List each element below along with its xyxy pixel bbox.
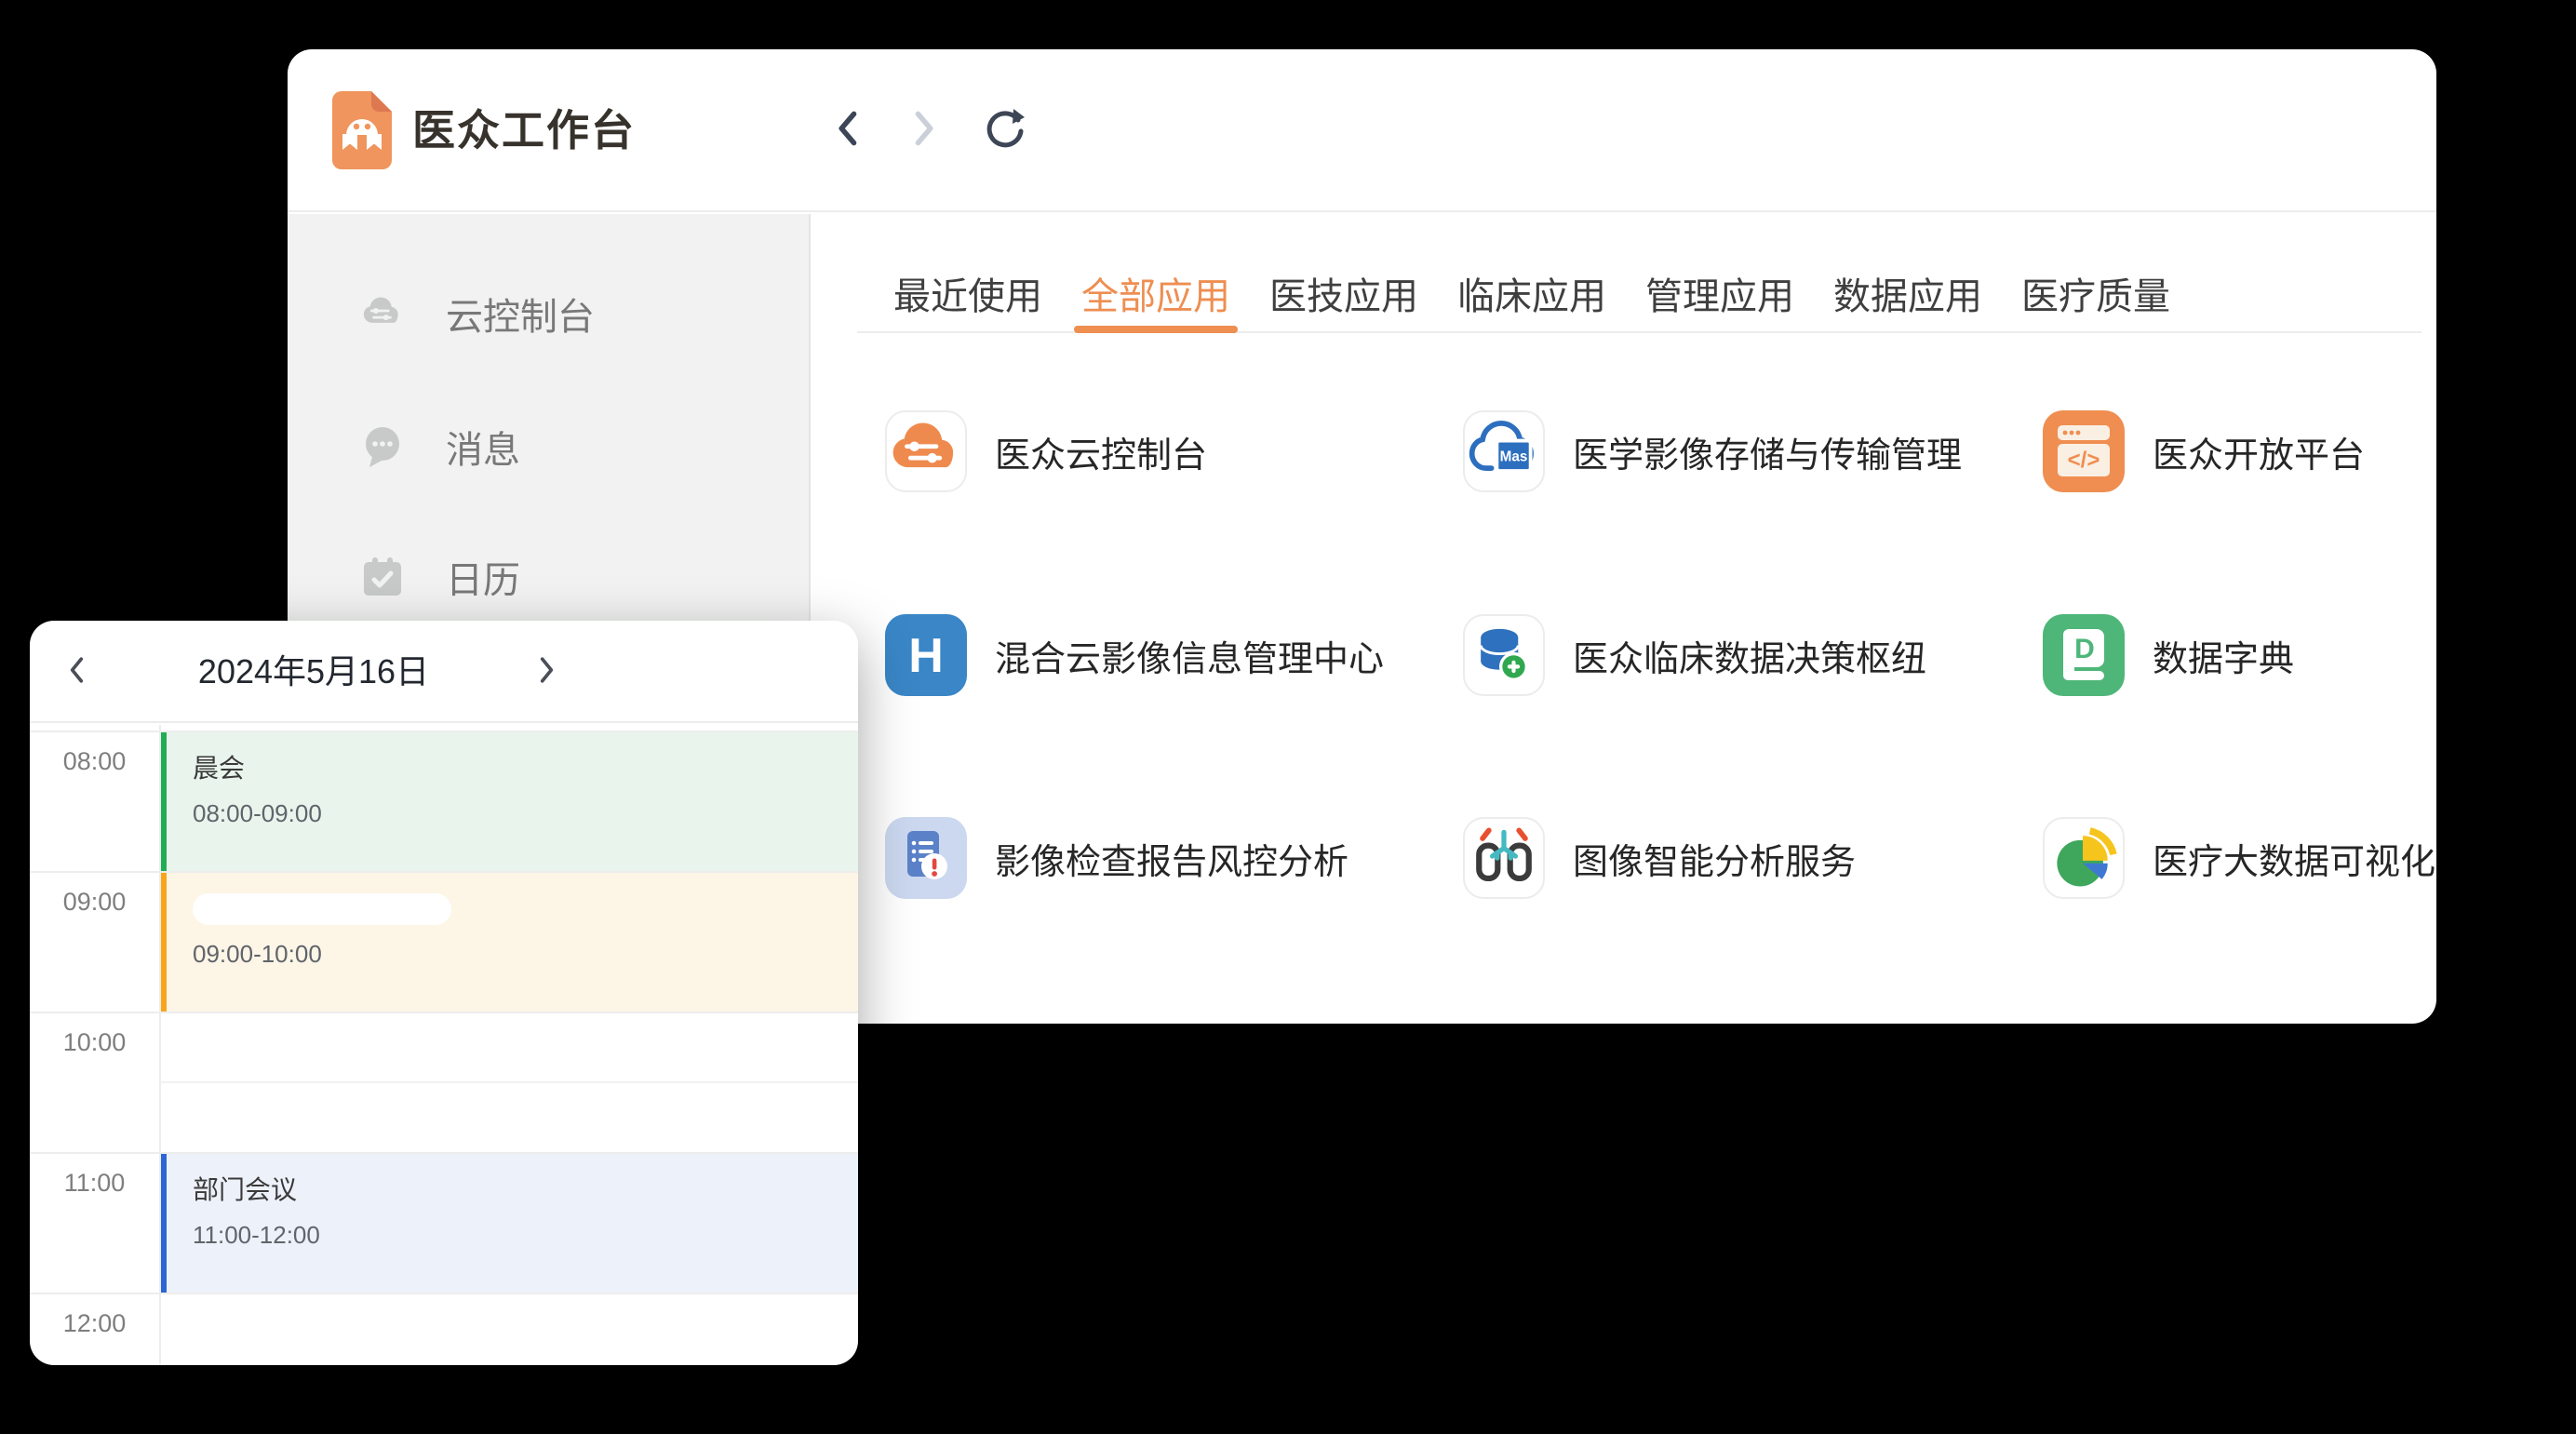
app-name: 医疗大数据可视化 — [2153, 833, 2435, 884]
chevron-left-icon — [832, 110, 865, 152]
event-title: 晨会 — [193, 753, 858, 784]
report-risk-analysis-icon — [885, 817, 967, 899]
data-dictionary-icon: D — [2043, 614, 2125, 696]
back-button[interactable] — [827, 109, 870, 152]
app-name: 混合云影像信息管理中心 — [995, 630, 1384, 681]
time-label: 11:00 — [30, 1169, 159, 1198]
open-platform-icon: </> — [2043, 410, 2125, 492]
event-time: 09:00-10:00 — [193, 940, 858, 969]
forward-button[interactable] — [902, 109, 945, 152]
calendar-prev-button[interactable] — [58, 652, 97, 691]
app-open-platform[interactable]: </> 医众开放平台 — [2043, 410, 2365, 492]
app-name: 数据字典 — [2153, 630, 2294, 681]
app-data-dictionary[interactable]: D 数据字典 — [2043, 614, 2294, 696]
h-letter: H — [908, 629, 944, 683]
event-morning-meeting[interactable]: 晨会 08:00-09:00 — [161, 732, 858, 871]
clinical-data-hub-icon — [1463, 614, 1545, 696]
tab-data-apps[interactable]: 数据应用 — [1833, 266, 1982, 320]
sidebar-item-cloud-console[interactable]: 云控制台 — [288, 271, 809, 356]
event-title: 部门会议 — [193, 1174, 858, 1206]
chevron-left-icon — [65, 656, 89, 689]
app-name: 医众云控制台 — [995, 426, 1207, 477]
window-title: 医众工作台 — [412, 49, 636, 212]
time-label: 10:00 — [30, 1028, 159, 1057]
event-redacted[interactable]: 09:00-10:00 — [161, 873, 858, 1012]
screen: 医众工作台 — [0, 0, 2576, 1434]
app-hybrid-cloud-center[interactable]: H 混合云影像信息管理中心 — [885, 614, 1384, 696]
app-name: 图像智能分析服务 — [1573, 833, 1856, 884]
app-logo-icon — [332, 91, 392, 169]
hour-line — [30, 1012, 858, 1013]
app-category-tabs: 最近使用 全部应用 医技应用 临床应用 管理应用 数据应用 医疗质量 — [893, 262, 2170, 324]
chevron-right-icon — [534, 656, 558, 689]
app-clinical-data-hub[interactable]: 医众临床数据决策枢纽 — [1463, 614, 1926, 696]
mas-badge-text: Mas — [1500, 449, 1528, 465]
tab-clinical-apps[interactable]: 临床应用 — [1457, 266, 1606, 320]
message-icon — [360, 424, 405, 469]
hour-line — [30, 1293, 858, 1294]
app-name: 医众开放平台 — [2153, 426, 2365, 477]
lungs-ai-icon — [1463, 817, 1545, 899]
code-glyph: </> — [2068, 448, 2100, 473]
event-department-meeting[interactable]: 部门会议 11:00-12:00 — [161, 1154, 858, 1293]
chevron-right-icon — [906, 110, 940, 152]
hybrid-cloud-imaging-icon: H — [885, 614, 967, 696]
event-time: 11:00-12:00 — [193, 1221, 858, 1250]
calendar-popup: 2024年5月16日 08:00 09:00 10:00 11:00 12:00… — [30, 621, 858, 1365]
event-title-redacted — [193, 893, 451, 925]
time-label: 08:00 — [30, 747, 159, 776]
event-time: 08:00-09:00 — [193, 799, 858, 828]
app-image-storage[interactable]: Mas 医学影像存储与传输管理 — [1463, 410, 1962, 492]
sidebar-item-calendar[interactable]: 日历 — [288, 534, 809, 620]
app-big-data-visualization[interactable]: 医疗大数据可视化 — [2043, 817, 2435, 899]
half-hour-line — [159, 1081, 858, 1083]
cloud-console-icon — [360, 291, 405, 336]
calendar-header: 2024年5月16日 — [30, 621, 858, 723]
calendar-next-button[interactable] — [527, 652, 566, 691]
medical-image-storage-icon: Mas — [1463, 410, 1545, 492]
calendar-icon — [360, 555, 405, 599]
app-name: 影像检查报告风控分析 — [995, 833, 1348, 884]
cloud-console-icon — [885, 410, 967, 492]
calendar-date-label: 2024年5月16日 — [114, 621, 514, 723]
app-report-risk-analysis[interactable]: 影像检查报告风控分析 — [885, 817, 1348, 899]
sidebar-item-messages[interactable]: 消息 — [288, 404, 809, 489]
app-image-ai-service[interactable]: 图像智能分析服务 — [1463, 817, 1856, 899]
app-cloud-console[interactable]: 医众云控制台 — [885, 410, 1207, 492]
refresh-icon — [982, 107, 1025, 154]
time-label: 12:00 — [30, 1309, 159, 1338]
tab-management-apps[interactable]: 管理应用 — [1645, 266, 1794, 320]
app-name: 医众临床数据决策枢纽 — [1573, 630, 1926, 681]
sidebar-item-label: 云控制台 — [446, 287, 595, 341]
d-letter: D — [2074, 634, 2095, 664]
tab-recently-used[interactable]: 最近使用 — [893, 266, 1042, 320]
app-name: 医学影像存储与传输管理 — [1573, 426, 1962, 477]
tab-medical-quality[interactable]: 医疗质量 — [2021, 266, 2170, 320]
sidebar-item-label: 日历 — [446, 550, 520, 604]
window-header: 医众工作台 — [288, 49, 2436, 212]
time-label: 09:00 — [30, 888, 159, 917]
sidebar-item-label: 消息 — [446, 420, 520, 474]
tab-all-apps[interactable]: 全部应用 — [1081, 266, 1230, 320]
tab-medtech-apps[interactable]: 医技应用 — [1269, 266, 1418, 320]
pie-chart-icon — [2043, 817, 2125, 899]
refresh-button[interactable] — [982, 109, 1025, 152]
